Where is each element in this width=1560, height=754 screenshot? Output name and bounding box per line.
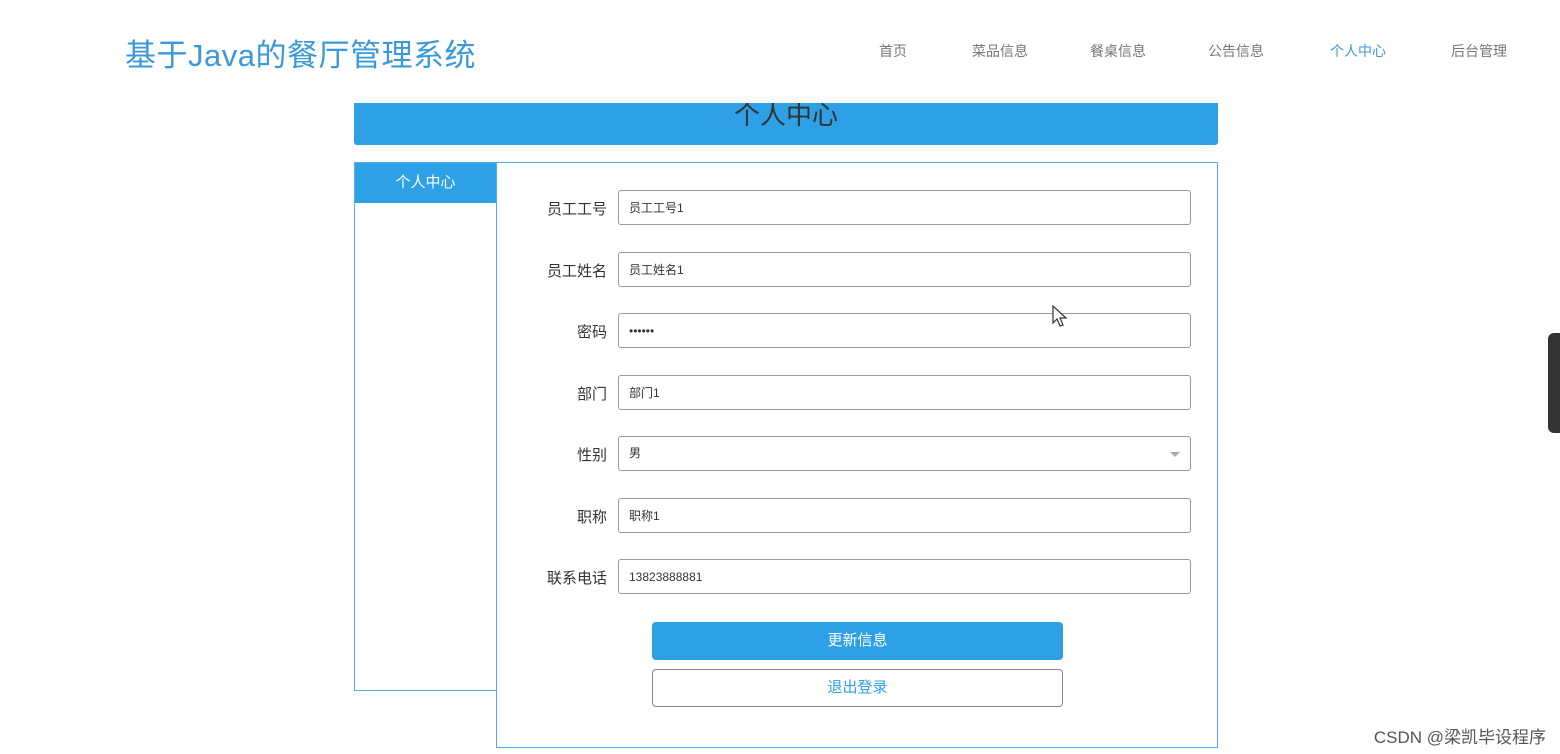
phone-label: 联系电话 <box>546 570 607 587</box>
profile-form-panel: 员工工号 员工姓名 密码 部门 性别 男 职称 联系电话 更新信息 退出登录 <box>496 162 1218 748</box>
form-row-department: 部门 <box>497 375 1217 411</box>
nav-item-personal-center[interactable]: 个人中心 <box>1330 41 1386 61</box>
employee-name-label: 员工姓名 <box>546 263 607 280</box>
form-row-phone: 联系电话 <box>497 559 1217 595</box>
gender-select-value: 男 <box>629 446 642 460</box>
employee-name-input[interactable] <box>618 252 1191 287</box>
page-banner: 个人中心 <box>354 103 1218 145</box>
nav-item-home[interactable]: 首页 <box>879 41 907 61</box>
department-input[interactable] <box>618 375 1191 410</box>
sidebar-item-personal-center[interactable]: 个人中心 <box>355 163 496 203</box>
nav-item-notices[interactable]: 公告信息 <box>1208 41 1264 61</box>
watermark: CSDN @梁凯毕设程序 <box>1373 728 1546 747</box>
nav-item-tables[interactable]: 餐桌信息 <box>1090 41 1146 61</box>
sidebar: 个人中心 <box>354 162 496 691</box>
mouse-cursor-icon <box>1052 304 1068 334</box>
update-info-button[interactable]: 更新信息 <box>652 622 1063 660</box>
form-row-title: 职称 <box>497 498 1217 534</box>
form-row-employee-id: 员工工号 <box>497 190 1217 226</box>
form-row-employee-name: 员工姓名 <box>497 252 1217 288</box>
top-nav: 首页 菜品信息 餐桌信息 公告信息 个人中心 后台管理 <box>0 41 1560 61</box>
department-label: 部门 <box>576 386 607 403</box>
nav-item-admin[interactable]: 后台管理 <box>1451 41 1507 61</box>
chevron-down-icon <box>1170 452 1180 457</box>
gender-select[interactable]: 男 <box>618 436 1191 471</box>
form-row-password: 密码 <box>497 313 1217 349</box>
nav-item-dishes[interactable]: 菜品信息 <box>972 41 1028 61</box>
logout-button[interactable]: 退出登录 <box>652 669 1063 707</box>
phone-input[interactable] <box>618 559 1191 594</box>
form-row-gender: 性别 男 <box>497 436 1217 472</box>
password-label: 密码 <box>576 324 607 341</box>
password-input[interactable] <box>618 313 1191 348</box>
job-title-input[interactable] <box>618 498 1191 533</box>
scrollbar-handle[interactable] <box>1548 333 1560 433</box>
employee-id-input[interactable] <box>618 190 1191 225</box>
gender-label: 性别 <box>576 447 607 464</box>
employee-id-label: 员工工号 <box>546 201 607 218</box>
job-title-label: 职称 <box>576 509 607 526</box>
banner-title: 个人中心 <box>733 103 838 131</box>
